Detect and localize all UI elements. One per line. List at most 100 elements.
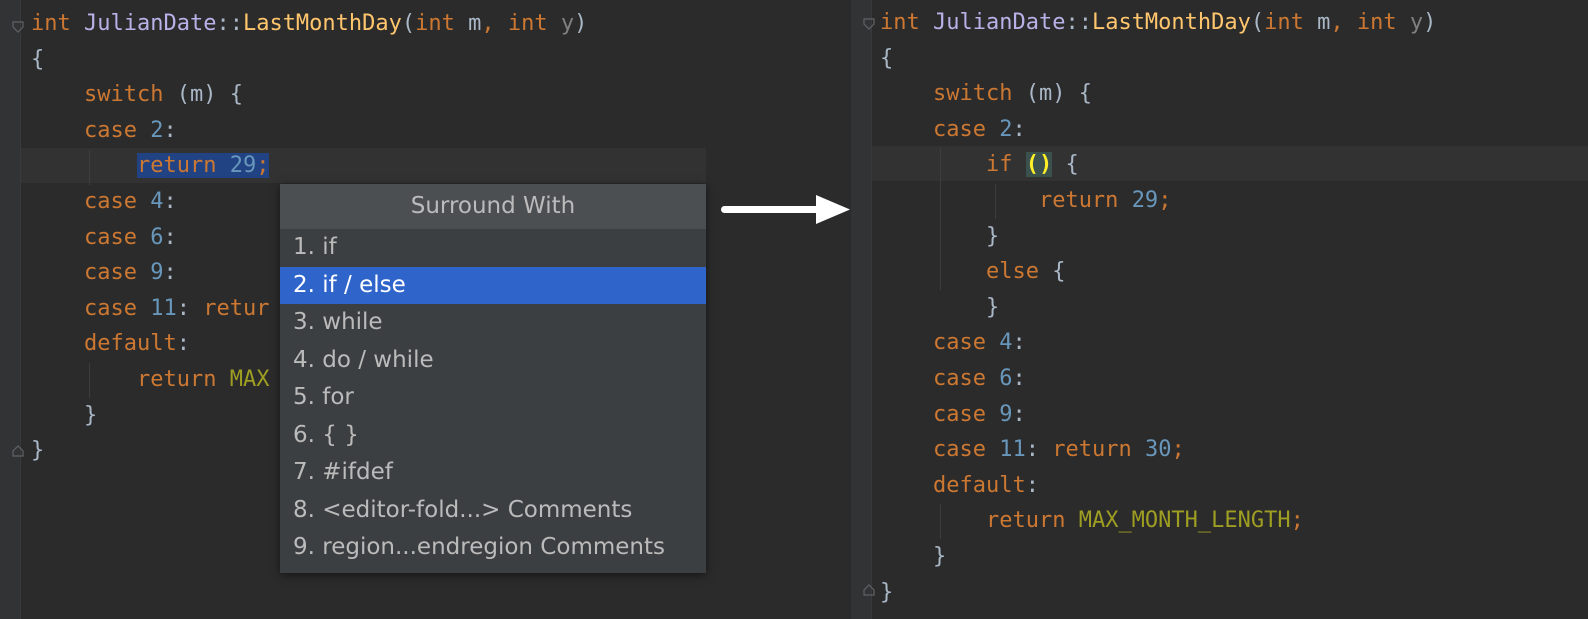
code-line[interactable]: case 2: xyxy=(31,113,587,149)
code-token: { xyxy=(1038,259,1066,285)
code-token: default xyxy=(932,472,1026,498)
code-token: : xyxy=(163,260,177,286)
right-editor-gutter xyxy=(851,0,872,619)
code-token: ; xyxy=(1158,187,1172,213)
surround-with-popup[interactable]: Surround With 1. if 2. if / else 3. while 4… xyxy=(280,184,706,573)
code-token: return xyxy=(1038,187,1119,213)
popup-menu-item[interactable]: 1. if xyxy=(280,229,706,267)
code-token: 11 xyxy=(150,295,177,321)
code-token: return xyxy=(136,366,217,392)
code-token: (m) { xyxy=(1012,81,1092,107)
popup-menu-item[interactable]: 4. do / while xyxy=(280,342,706,380)
fold-close-icon[interactable] xyxy=(863,584,875,596)
code-line[interactable]: return MAX_MONTH_LENGTH; xyxy=(880,503,1436,539)
popup-menu-item[interactable]: 5. for xyxy=(280,379,706,417)
code-line[interactable]: int JulianDate::LastMonthDay(int m, int … xyxy=(880,5,1436,41)
popup-menu-item[interactable]: 8. <editor-fold...> Comments xyxy=(280,492,706,530)
left-editor-gutter xyxy=(0,0,21,619)
code-line[interactable]: } xyxy=(880,219,1436,255)
code-line[interactable]: } xyxy=(880,539,1436,575)
popup-menu-item[interactable]: 3. while xyxy=(280,304,706,342)
popup-menu-item[interactable]: 6. { } xyxy=(280,417,706,455)
code-line[interactable]: default: xyxy=(880,468,1436,504)
code-token: : xyxy=(176,295,204,321)
arrow-right-icon xyxy=(721,195,850,224)
code-token: ; xyxy=(1290,508,1304,534)
code-line[interactable]: } xyxy=(880,575,1436,611)
code-token: ; xyxy=(1171,437,1185,463)
code-token: switch xyxy=(83,82,164,108)
fold-close-icon[interactable] xyxy=(12,445,24,457)
code-line[interactable]: } xyxy=(880,290,1436,326)
code-token: } xyxy=(31,438,45,464)
code-line[interactable]: else { xyxy=(880,254,1436,290)
code-token: MAX xyxy=(229,366,270,392)
code-token: int xyxy=(880,10,920,35)
code-token: y xyxy=(547,11,575,36)
code-token: case xyxy=(83,188,137,214)
code-token: int xyxy=(1356,10,1397,35)
code-line[interactable]: return 29; xyxy=(880,183,1436,219)
code-token: case xyxy=(932,401,986,427)
code-token: 2 xyxy=(150,117,164,143)
code-line[interactable]: case 2: xyxy=(880,112,1436,148)
popup-menu-item[interactable]: 2. if / else xyxy=(280,266,706,304)
fold-open-icon[interactable] xyxy=(12,21,24,33)
code-token: return xyxy=(985,508,1066,534)
code-token: 9 xyxy=(150,260,164,286)
code-line[interactable]: { xyxy=(880,41,1436,77)
code-line[interactable]: { xyxy=(31,42,587,78)
code-token: :: xyxy=(216,11,243,36)
code-token: } xyxy=(880,294,1000,320)
code-line[interactable]: int JulianDate::LastMonthDay(int m, int … xyxy=(31,6,587,42)
code-token: 6 xyxy=(150,224,164,250)
code-token: else xyxy=(985,259,1039,285)
code-line[interactable]: case 6: xyxy=(880,361,1436,397)
code-line[interactable]: return 29; xyxy=(31,148,587,184)
code-token: { xyxy=(880,45,894,71)
fold-open-icon[interactable] xyxy=(863,18,875,30)
code-token: : xyxy=(1025,437,1053,463)
code-line[interactable]: switch (m) { xyxy=(880,76,1436,112)
code-token: } xyxy=(880,223,1000,249)
code-token: : xyxy=(163,224,177,250)
popup-menu-item[interactable]: 7. #ifdef xyxy=(280,454,706,492)
code-token: 11 xyxy=(999,437,1026,463)
code-token: case xyxy=(932,330,986,356)
code-line[interactable]: switch (m) { xyxy=(31,77,587,113)
code-line[interactable]: if () { xyxy=(880,147,1436,183)
code-token: ( xyxy=(401,11,416,36)
code-token: case xyxy=(932,365,986,391)
code-token xyxy=(216,153,230,179)
code-token: m xyxy=(454,11,482,36)
right-code-block[interactable]: int JulianDate::LastMonthDay(int m, int … xyxy=(880,5,1436,610)
popup-menu-item[interactable]: 9. region...endregion Comments xyxy=(280,529,706,567)
code-token: 4 xyxy=(999,330,1013,356)
code-line[interactable]: case 9: xyxy=(880,397,1436,433)
code-line[interactable]: case 4: xyxy=(880,325,1436,361)
code-token: case xyxy=(83,117,137,143)
code-token: 29 xyxy=(229,153,257,179)
right-editor-panel[interactable]: int JulianDate::LastMonthDay(int m, int … xyxy=(851,0,1588,619)
code-token: MAX_MONTH_LENGTH xyxy=(1078,508,1291,534)
code-line[interactable]: case 11: return 30; xyxy=(880,432,1436,468)
